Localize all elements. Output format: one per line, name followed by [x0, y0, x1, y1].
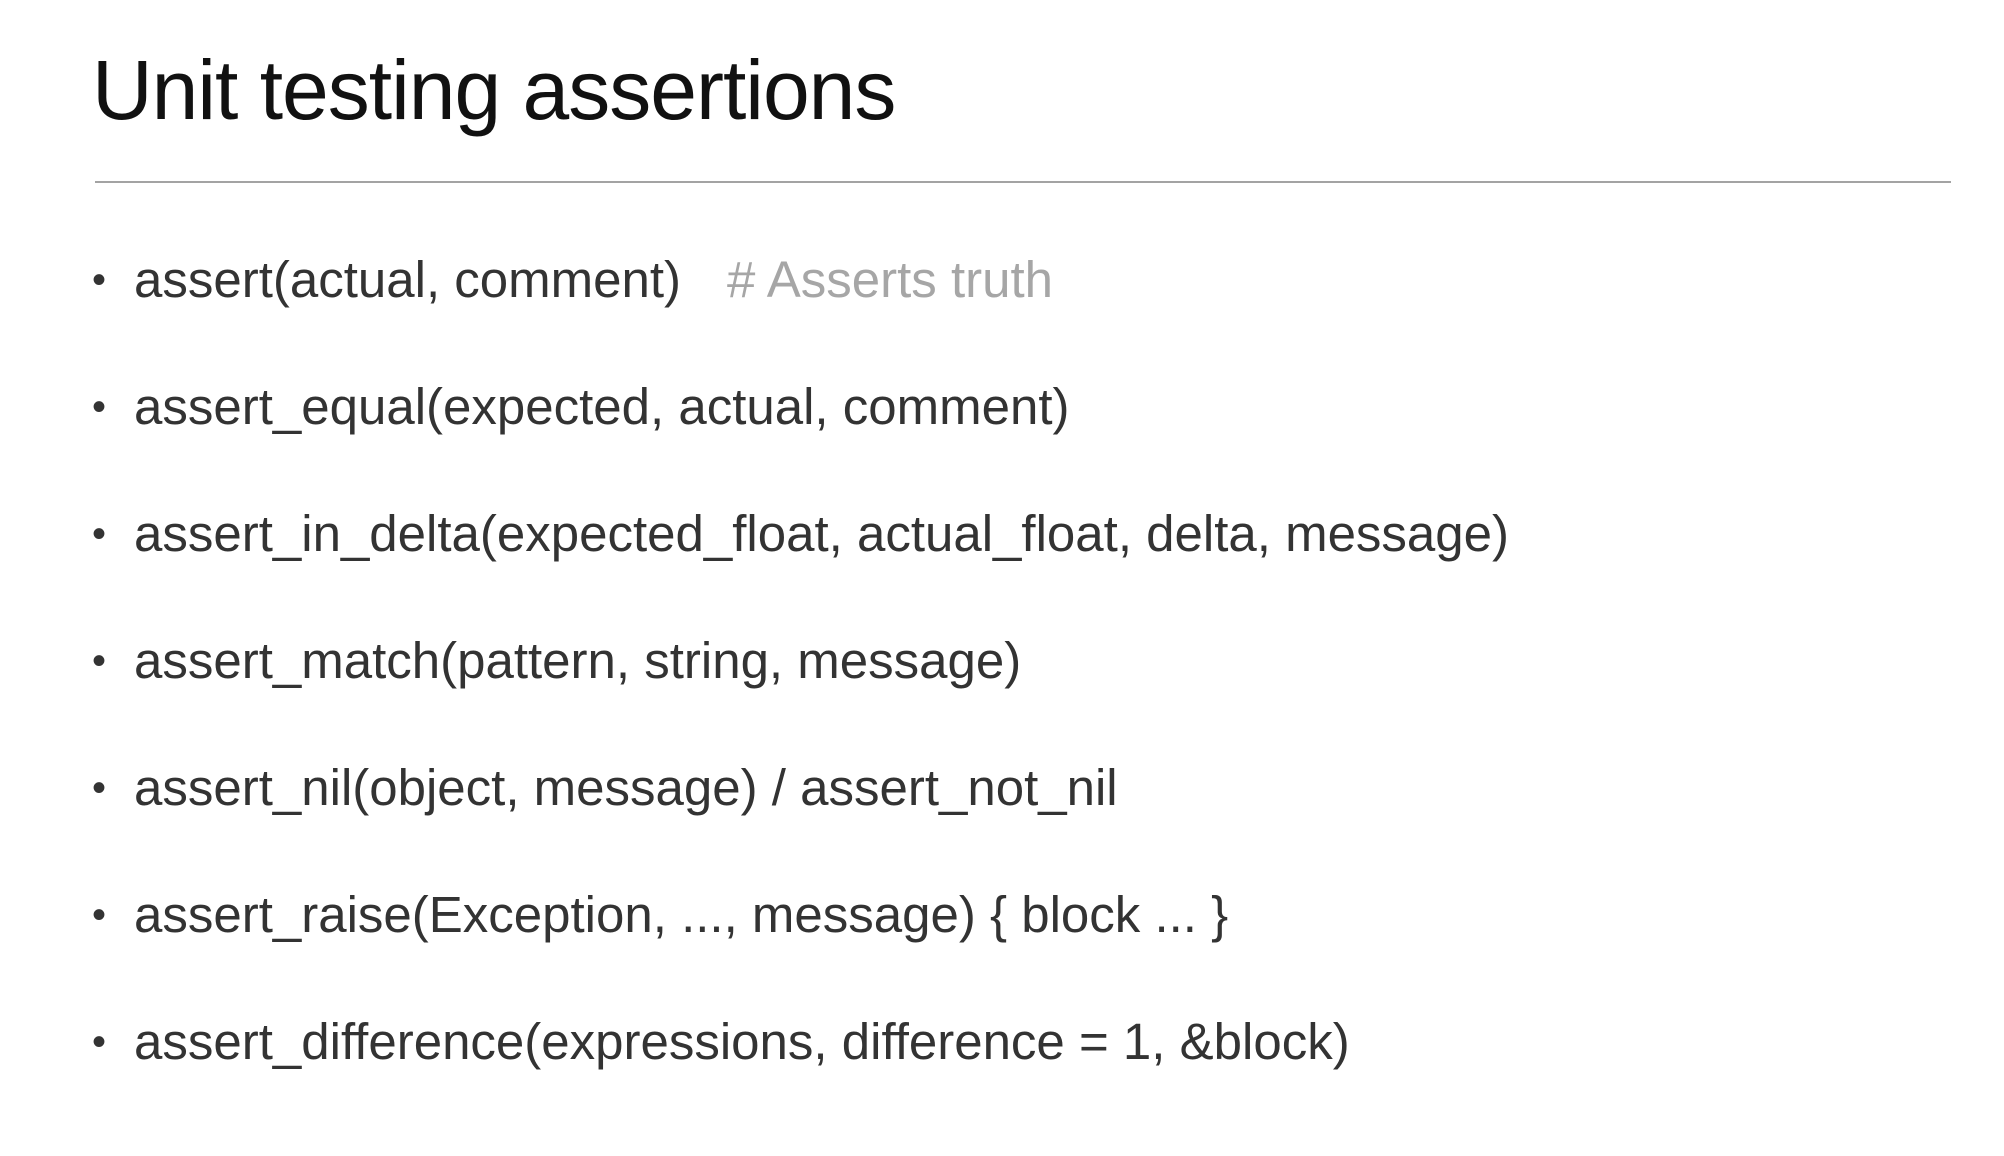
bullet-item-assert-nil: • assert_nil(object, message) / assert_n… [92, 748, 1952, 875]
bullet-text: assert(actual, comment) [134, 251, 682, 308]
bullet-item-assert-equal: • assert_equal(expected, actual, comment… [92, 367, 1952, 494]
bullet-item-assert-in-delta: • assert_in_delta(expected_float, actual… [92, 494, 1952, 621]
bullet-text: assert_in_delta(expected_float, actual_f… [134, 505, 1510, 562]
bullet-item-assert-raise: • assert_raise(Exception, ..., message) … [92, 875, 1952, 1002]
bullet-item-assert-match: • assert_match(pattern, string, message) [92, 621, 1952, 748]
bullet-dot-icon: • [92, 512, 107, 556]
bullet-text: assert_equal(expected, actual, comment) [134, 378, 1070, 435]
bullet-text: assert_difference(expressions, differenc… [134, 1013, 1350, 1070]
bullet-comment: # Asserts truth [727, 251, 1053, 308]
bullet-item-assert-difference: • assert_difference(expressions, differe… [92, 1002, 1952, 1129]
bullet-dot-icon: • [92, 893, 107, 937]
title-divider [95, 181, 1951, 183]
bullet-dot-icon: • [92, 639, 107, 683]
bullet-dot-icon: • [92, 258, 107, 302]
bullet-item-assert: • assert(actual, comment) # Asserts trut… [92, 240, 1952, 367]
slide-title: Unit testing assertions [92, 43, 896, 137]
bullet-text: assert_nil(object, message) / assert_not… [134, 759, 1118, 816]
bullet-dot-icon: • [92, 385, 107, 429]
bullet-text: assert_raise(Exception, ..., message) { … [134, 886, 1229, 943]
bullet-list: • assert(actual, comment) # Asserts trut… [92, 240, 1952, 1129]
bullet-dot-icon: • [92, 1020, 107, 1064]
bullet-text: assert_match(pattern, string, message) [134, 632, 1022, 689]
slide: Unit testing assertions • assert(actual,… [0, 0, 2004, 1156]
bullet-dot-icon: • [92, 766, 107, 810]
